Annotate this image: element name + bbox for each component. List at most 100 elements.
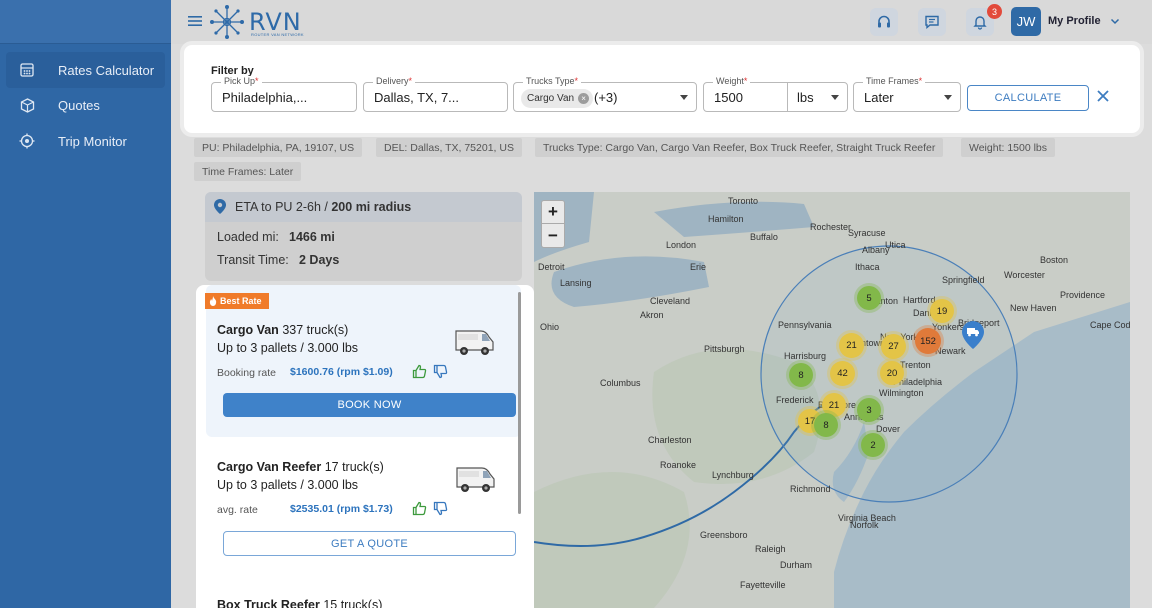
caret-down-icon [831, 95, 839, 100]
city-label: Norfolk [850, 520, 879, 530]
profile-label[interactable]: My Profile [1048, 15, 1101, 27]
bell-icon [973, 16, 987, 30]
messages-button[interactable] [918, 8, 946, 36]
city-label: Cleveland [650, 296, 691, 306]
city-label: Richmond [790, 484, 831, 494]
map-cluster[interactable]: 8 [814, 413, 838, 437]
map-zoom-control: + − [541, 200, 565, 248]
result-title: Cargo Van Reefer 17 truck(s) [217, 460, 384, 474]
sidebar-item-rates-calculator[interactable]: Rates Calculator [6, 52, 165, 88]
trucks-type-select[interactable]: Trucks Type* Cargo Van × (+3) [513, 76, 697, 112]
weight-value: 1500 [714, 90, 743, 105]
sidebar-item-quotes[interactable]: Quotes [6, 87, 165, 123]
map-cluster[interactable]: 3 [857, 398, 881, 422]
map-cluster[interactable]: 42 [830, 361, 855, 386]
city-label: Utica [885, 240, 906, 250]
city-label: Boston [1040, 255, 1069, 265]
sidebar-header [0, 0, 171, 44]
city-label: Buffalo [750, 232, 778, 242]
thumbs-up-icon[interactable] [412, 501, 427, 521]
delivery-field[interactable]: Delivery* Dallas, TX, 7... [363, 76, 508, 112]
city-label: Hamilton [708, 214, 744, 224]
pickup-field[interactable]: Pick Up* Philadelphia,... [211, 76, 357, 112]
chevron-down-icon[interactable] [1109, 14, 1121, 32]
notifications-button[interactable]: 3 [966, 4, 1002, 36]
city-label: Pennsylvania [778, 320, 832, 330]
transit-time-label: Transit Time: [217, 253, 289, 267]
thumbs-down-icon[interactable] [433, 501, 448, 521]
caret-down-icon [944, 95, 952, 100]
transit-time-value: 2 Days [299, 253, 340, 267]
time-frames-select[interactable]: Time Frames* Later [853, 76, 961, 112]
map-cluster[interactable]: 8 [789, 363, 813, 387]
rate-label: Booking rate [217, 367, 276, 379]
map-cluster[interactable]: 5 [857, 286, 881, 310]
summary-chip-trucks: Trucks Type: Cargo Van, Cargo Van Reefer… [535, 138, 944, 157]
rate-label: avg. rate [217, 504, 258, 516]
get-a-quote-button[interactable]: GET A QUOTE [223, 531, 516, 556]
city-label: Lansing [560, 278, 592, 288]
top-bar [171, 0, 1152, 44]
weight-unit-select[interactable]: lbs [797, 90, 814, 105]
rate-value: $1600.76 (rpm $1.09) [290, 366, 393, 378]
thumbs-down-icon[interactable] [433, 364, 448, 384]
chat-icon [925, 15, 939, 29]
sidebar-item-label: Trip Monitor [58, 133, 127, 149]
map-cluster[interactable]: 19 [930, 299, 954, 323]
truck-location-pin-icon[interactable] [962, 321, 984, 354]
city-label: Frederick [776, 395, 814, 405]
zoom-in-button[interactable]: + [542, 201, 564, 224]
calculate-button[interactable]: CALCULATE [967, 85, 1089, 111]
sidebar-item-trip-monitor[interactable]: Trip Monitor [6, 123, 165, 159]
book-now-button[interactable]: BOOK NOW [223, 393, 516, 417]
close-icon[interactable] [1096, 89, 1110, 108]
map-cluster[interactable]: 27 [881, 334, 906, 359]
headset-icon [878, 15, 890, 28]
map-cluster[interactable]: 152 [915, 328, 941, 354]
thumbs-up-icon[interactable] [412, 364, 427, 384]
city-label: Fayetteville [740, 580, 786, 590]
loaded-miles-value: 1466 mi [289, 230, 335, 244]
map-cluster[interactable]: 20 [880, 361, 904, 385]
summary-chip-pu: PU: Philadelphia, PA, 19107, US [194, 138, 363, 157]
menu-icon[interactable] [188, 14, 202, 26]
city-label: London [666, 240, 697, 250]
city-label: Providence [1060, 290, 1106, 300]
city-label: Harrisburg [784, 351, 827, 361]
notifications-badge: 3 [987, 4, 1002, 19]
avatar[interactable]: JW [1011, 7, 1041, 36]
city-label: New Haven [1010, 303, 1057, 313]
loaded-miles-label: Loaded mi: [217, 230, 279, 244]
city-label: Pittsburgh [704, 344, 745, 354]
zoom-out-button[interactable]: − [542, 224, 564, 247]
map-cluster[interactable]: 2 [861, 433, 885, 457]
results-scrollbar[interactable] [518, 292, 521, 514]
brand-tagline: ROUTER VAN NETWORK [251, 32, 304, 37]
city-label: Trenton [900, 360, 931, 370]
sidebar: Rates Calculator Quotes Trip Monitor [0, 0, 171, 608]
city-label: Rochester [810, 222, 852, 232]
support-button[interactable] [870, 8, 898, 36]
filter-panel: Filter by Pick Up* Philadelphia,... Deli… [184, 45, 1140, 133]
truck-type-chip: Cargo Van × [521, 89, 594, 108]
weight-field[interactable]: Weight* 1500 lbs [703, 76, 848, 112]
chip-remove-icon[interactable]: × [578, 93, 590, 104]
cargo-van-reefer-icon [454, 462, 496, 499]
brand-logo: RVN ROUTER VAN NETWORK [209, 4, 309, 40]
sidebar-item-label: Rates Calculator [58, 62, 155, 78]
city-label: Toronto [728, 196, 759, 206]
city-label: Dover [876, 424, 901, 434]
map-cluster[interactable]: 21 [839, 333, 864, 358]
logo-network-icon [210, 5, 244, 39]
city-label: Ohio [540, 322, 560, 332]
result-title: Box Truck Reefer 15 truck(s) [217, 598, 383, 608]
city-label: Ithaca [855, 262, 880, 272]
city-label: Akron [640, 310, 664, 320]
best-rate-badge: Best Rate [205, 293, 269, 309]
calculator-icon [18, 61, 36, 79]
city-label: Raleigh [755, 544, 786, 554]
forest-region [534, 472, 690, 608]
rate-value: $2535.01 (rpm $1.73) [290, 503, 393, 515]
delivery-value: Dallas, TX, 7... [374, 90, 460, 105]
fire-icon [209, 296, 217, 306]
